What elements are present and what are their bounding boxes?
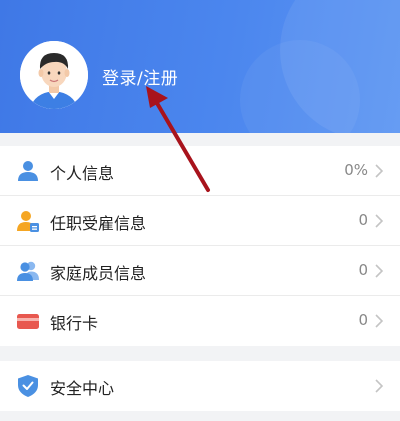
login-register-link[interactable]: 登录/注册 (102, 64, 178, 89)
bank-card-icon (17, 314, 39, 329)
menu-item-personal-info[interactable]: 个人信息 0% (0, 146, 400, 196)
menu-item-label: 银行卡 (50, 314, 99, 333)
menu-item-bank-card[interactable]: 银行卡 0 (0, 296, 400, 346)
menu-item-label: 家庭成员信息 (50, 264, 147, 283)
menu-item-security-center[interactable]: 安全中心 (0, 361, 400, 411)
security-menu-list: 安全中心 (0, 361, 400, 411)
profile-header: 登录/注册 (0, 0, 400, 133)
chevron-right-icon (375, 214, 384, 228)
family-icon (17, 261, 39, 281)
chevron-right-icon (375, 379, 384, 393)
chevron-right-icon (375, 264, 384, 278)
menu-item-employment-info[interactable]: 任职受雇信息 0 (0, 196, 400, 246)
menu-item-label: 个人信息 (50, 164, 115, 183)
menu-item-value: 0 (358, 211, 368, 229)
menu-item-value: 0% (344, 161, 368, 179)
profile-menu-list: 个人信息 0% 任职受雇信息 0 家庭成员信息 0 银行卡 0 (0, 146, 400, 346)
menu-item-value: 0 (358, 261, 368, 279)
chevron-right-icon (375, 164, 384, 178)
avatar-illustration-icon (20, 41, 88, 109)
menu-item-label: 任职受雇信息 (50, 214, 147, 233)
person-icon (18, 161, 38, 181)
avatar[interactable] (20, 41, 88, 109)
menu-item-value: 0 (358, 311, 368, 329)
shield-icon (18, 375, 38, 397)
menu-item-label: 安全中心 (50, 379, 115, 398)
employee-badge-icon (17, 211, 39, 232)
menu-item-family-info[interactable]: 家庭成员信息 0 (0, 246, 400, 296)
chevron-right-icon (375, 314, 384, 328)
